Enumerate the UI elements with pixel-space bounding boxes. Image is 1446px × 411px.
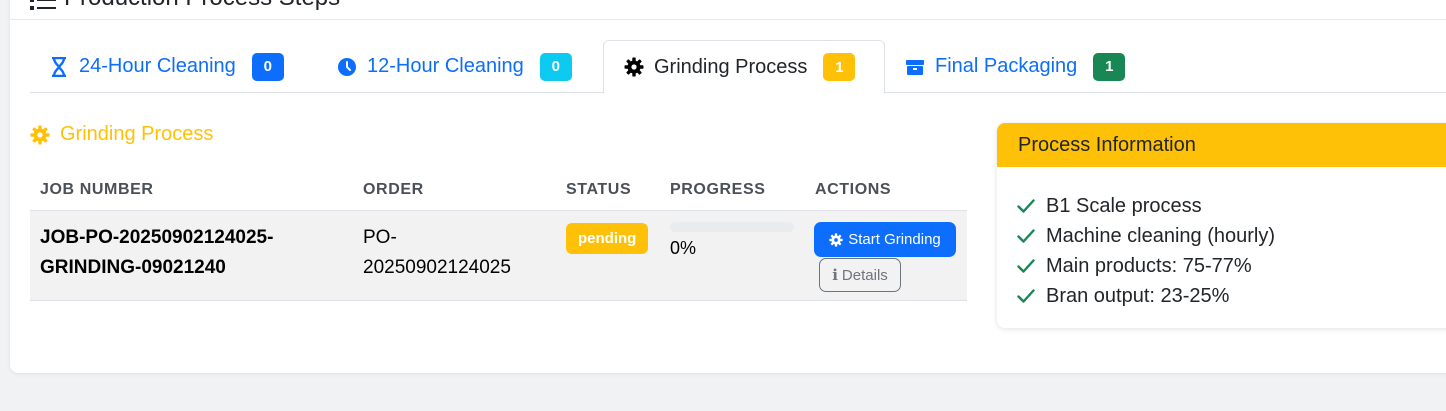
clock-icon [337, 57, 357, 77]
page-title-text: Production Process Steps [64, 0, 340, 11]
list-item: Bran output: 23-25% [1017, 281, 1446, 311]
list-item: Machine cleaning (hourly) [1017, 221, 1446, 251]
check-icon [1017, 199, 1035, 213]
list-item: Main products: 75-77% [1017, 251, 1446, 281]
column-header-progress: PROGRESS [670, 181, 766, 198]
info-item-text: B1 Scale process [1046, 194, 1202, 217]
progress-text: 0% [670, 238, 697, 258]
order-line: PO- [363, 227, 397, 248]
job-number-line: GRINDING-09021240 [40, 257, 226, 278]
order-cell: PO- 20250902124025 [363, 223, 553, 283]
progress-bar [670, 222, 794, 232]
status-badge: pending [566, 223, 649, 254]
info-item-text: Bran output: 23-25% [1046, 284, 1230, 307]
list-icon [30, 0, 56, 10]
tab-count-badge: 1 [823, 53, 856, 81]
info-item-text: Machine cleaning (hourly) [1046, 224, 1276, 247]
details-label: Details [841, 266, 888, 284]
tab-count-badge: 0 [539, 52, 572, 81]
tab-24-hour-cleaning[interactable]: 24-Hour Cleaning 0 [49, 40, 284, 93]
tab-grinding-process[interactable]: Grinding Process 1 [603, 40, 885, 94]
process-tabs: 24-Hour Cleaning 0 12-Hour Cleaning 0 Gr… [30, 40, 1446, 94]
start-grinding-label: Start Grinding [848, 231, 941, 248]
page-title: Production Process Steps [30, 0, 340, 12]
check-icon [1017, 289, 1035, 303]
gear-icon [829, 232, 843, 247]
section-title-text: Grinding Process [60, 123, 214, 145]
gear-icon [624, 57, 644, 77]
info-icon: i [832, 266, 838, 284]
list-item: B1 Scale process [1017, 191, 1446, 221]
job-number-cell: JOB-PO-20250902124025- GRINDING-09021240 [40, 223, 340, 283]
process-information-panel: Process Information B1 Scale process Mac… [997, 123, 1446, 328]
hourglass-icon [49, 56, 69, 77]
tab-label: 24-Hour Cleaning [79, 55, 236, 77]
tab-label: Final Packaging [935, 55, 1078, 77]
card-header: Production Process Steps [10, 0, 1446, 20]
table-row: JOB-PO-20250902124025- GRINDING-09021240… [30, 211, 967, 301]
details-button[interactable]: i Details [819, 258, 901, 292]
tab-label: Grinding Process [654, 55, 808, 78]
box-icon [905, 57, 925, 77]
job-number-line: JOB-PO-20250902124025- [40, 227, 274, 248]
info-panel-title: Process Information [997, 123, 1446, 167]
tab-count-badge: 0 [251, 52, 284, 81]
column-header-order: ORDER [363, 181, 424, 198]
info-item-text: Main products: 75-77% [1046, 254, 1252, 277]
tab-final-packaging[interactable]: Final Packaging 1 [905, 40, 1126, 93]
check-icon [1017, 259, 1035, 273]
info-list: B1 Scale process Machine cleaning (hourl… [997, 167, 1446, 311]
column-header-job-number: JOB NUMBER [40, 181, 154, 198]
tab-label: 12-Hour Cleaning [367, 55, 524, 77]
column-header-actions: ACTIONS [815, 181, 892, 198]
check-icon [1017, 229, 1035, 243]
order-line: 20250902124025 [363, 257, 511, 278]
column-header-status: STATUS [566, 181, 632, 198]
start-grinding-button[interactable]: Start Grinding [814, 222, 956, 257]
gear-icon [30, 125, 50, 144]
tab-count-badge: 1 [1093, 52, 1126, 81]
section-title: Grinding Process [30, 123, 213, 146]
tab-12-hour-cleaning[interactable]: 12-Hour Cleaning 0 [337, 40, 572, 93]
